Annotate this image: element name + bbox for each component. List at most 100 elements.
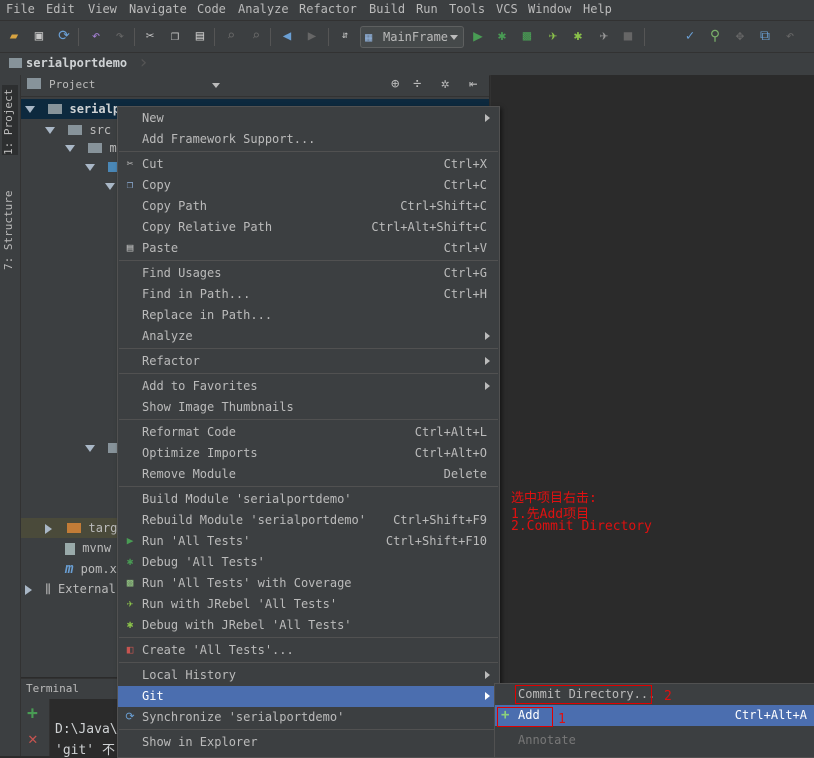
vcs-branch-icon[interactable]: ⚲ — [705, 26, 725, 46]
add-terminal-icon[interactable]: + — [27, 703, 38, 724]
tab-project[interactable]: 1: Project — [2, 85, 18, 155]
tree-node-package[interactable] — [105, 176, 115, 196]
menu-item-shortcut: Delete — [443, 467, 487, 481]
vcs-update-icon[interactable]: ✓ — [680, 26, 700, 46]
paste-icon[interactable]: ▤ — [190, 26, 210, 46]
cut-icon[interactable]: ✂ — [140, 26, 160, 46]
breadcrumb-item[interactable]: serialportdemo — [26, 56, 127, 70]
tree-node-root[interactable]: serialp — [25, 99, 120, 119]
menu-item-refactor[interactable]: Refactor — [118, 351, 499, 372]
vcs-compare-icon[interactable]: ✥ — [730, 26, 750, 46]
chevron-down-icon[interactable] — [212, 83, 220, 88]
menu-help[interactable]: Help — [583, 2, 612, 16]
expand-icon[interactable] — [85, 445, 95, 452]
menu-navigate[interactable]: Navigate — [129, 2, 187, 16]
menu-window[interactable]: Window — [528, 2, 571, 16]
find-icon[interactable]: ⌕ — [221, 26, 241, 46]
hide-panel-icon[interactable]: ⇤ — [469, 76, 477, 92]
menu-separator — [119, 151, 498, 152]
menu-item-copy-relative-path[interactable]: Copy Relative Path Ctrl+Alt+Shift+C — [118, 217, 499, 238]
menu-item-run-all-tests[interactable]: ▶ Run 'All Tests' Ctrl+Shift+F10 — [118, 531, 499, 552]
editor-area[interactable] — [490, 75, 814, 681]
menu-item-local-history[interactable]: Local History — [118, 665, 499, 686]
menu-item-synchronize-serialportdemo[interactable]: ⟳ Synchronize 'serialportdemo' — [118, 707, 499, 728]
menu-item-show-in-explorer[interactable]: Show in Explorer — [118, 732, 499, 753]
collapse-icon[interactable] — [45, 523, 52, 534]
collapse-icon[interactable]: ÷ — [413, 76, 421, 92]
vcs-history-icon[interactable]: ⧉ — [755, 26, 775, 46]
menu-item-add-framework-support[interactable]: Add Framework Support... — [118, 129, 499, 150]
menu-item-find-in-path[interactable]: Find in Path... Ctrl+H — [118, 284, 499, 305]
jrebel-debug-icon[interactable]: ✱ — [568, 26, 588, 46]
menu-item-show-image-thumbnails[interactable]: Show Image Thumbnails — [118, 397, 499, 418]
debug-icon[interactable]: ✱ — [492, 26, 512, 46]
tree-node-src[interactable]: src — [45, 120, 111, 140]
expand-icon[interactable] — [105, 183, 115, 190]
project-view-label[interactable]: Project — [49, 78, 95, 91]
menu-item-create-all-tests[interactable]: ◧ Create 'All Tests'... — [118, 640, 499, 661]
build-icon[interactable]: ⇵ — [335, 26, 355, 46]
expand-icon[interactable] — [85, 164, 95, 171]
sync-icon[interactable]: ⟳ — [54, 26, 74, 46]
gear-icon[interactable]: ✲ — [441, 76, 449, 92]
menu-item-run-with-jrebel-all-tests[interactable]: ✈ Run with JRebel 'All Tests' — [118, 594, 499, 615]
menu-item-optimize-imports[interactable]: Optimize Imports Ctrl+Alt+O — [118, 443, 499, 464]
tree-node-main[interactable]: ma — [65, 138, 124, 158]
tree-node-mvnw[interactable]: mvnw — [65, 538, 111, 558]
menu-run[interactable]: Run — [416, 2, 438, 16]
revert-icon[interactable]: ↶ — [780, 26, 800, 46]
save-icon[interactable]: ▣ — [29, 26, 49, 46]
menu-item-replace-in-path[interactable]: Replace in Path... — [118, 305, 499, 326]
open-folder-icon[interactable]: ▰ — [4, 26, 24, 46]
menu-item-run-all-tests-with-coverage[interactable]: ▩ Run 'All Tests' with Coverage — [118, 573, 499, 594]
menu-edit[interactable]: Edit — [46, 2, 75, 16]
menu-item-reformat-code[interactable]: Reformat Code Ctrl+Alt+L — [118, 422, 499, 443]
tab-structure[interactable]: 7: Structure — [2, 180, 15, 270]
undo-icon[interactable]: ↶ — [86, 26, 106, 46]
expand-icon[interactable] — [65, 145, 75, 152]
menu-analyze[interactable]: Analyze — [238, 2, 289, 16]
menu-vcs[interactable]: VCS — [496, 2, 518, 16]
locate-icon[interactable]: ⊕ — [391, 76, 399, 92]
expand-icon[interactable] — [45, 127, 55, 134]
menu-view[interactable]: View — [88, 2, 117, 16]
menu-build[interactable]: Build — [369, 2, 405, 16]
menu-item-add-to-favorites[interactable]: Add to Favorites — [118, 376, 499, 397]
menu-item-find-usages[interactable]: Find Usages Ctrl+G — [118, 263, 499, 284]
menu-code[interactable]: Code — [197, 2, 226, 16]
menu-item-analyze[interactable]: Analyze — [118, 326, 499, 347]
copy-icon[interactable]: ❐ — [165, 26, 185, 46]
tree-node-target[interactable]: targe — [45, 518, 125, 538]
menu-item-build-module-serialportdemo[interactable]: Build Module 'serialportdemo' — [118, 489, 499, 510]
forward-icon[interactable]: ▶ — [302, 26, 322, 46]
run-icon[interactable]: ▶ — [468, 26, 488, 46]
coverage-icon[interactable]: ▩ — [517, 26, 537, 46]
coverage-icon: ▩ — [126, 576, 134, 589]
menu-tools[interactable]: Tools — [449, 2, 485, 16]
menu-item-debug-all-tests[interactable]: ✱ Debug 'All Tests' — [118, 552, 499, 573]
menu-item-remove-module[interactable]: Remove Module Delete — [118, 464, 499, 485]
menu-file[interactable]: File — [6, 2, 35, 16]
jrebel-run-icon[interactable]: ✈ — [543, 26, 563, 46]
stop-icon[interactable]: ■ — [618, 26, 638, 46]
menu-item-rebuild-module-serialportdemo[interactable]: Rebuild Module 'serialportdemo' Ctrl+Shif… — [118, 510, 499, 531]
redo-icon[interactable]: ↷ — [110, 26, 130, 46]
menu-item-annotate[interactable]: Annotate — [495, 730, 814, 751]
menu-item-debug-with-jrebel-all-tests[interactable]: ✱ Debug with JRebel 'All Tests' — [118, 615, 499, 636]
menu-refactor[interactable]: Refactor — [299, 2, 357, 16]
menu-item-paste[interactable]: ▤ Paste Ctrl+V — [118, 238, 499, 259]
back-icon[interactable]: ◀ — [277, 26, 297, 46]
run-config-select[interactable]: ▦ MainFrame — [360, 26, 464, 48]
tree-node-external-libraries[interactable]: ⫼ External — [25, 579, 116, 599]
tree-node-pom[interactable]: m pom.x — [65, 559, 117, 579]
menu-item-git[interactable]: Git — [118, 686, 499, 707]
menu-item-cut[interactable]: ✂ Cut Ctrl+X — [118, 154, 499, 175]
menu-item-new[interactable]: New — [118, 108, 499, 129]
replace-icon[interactable]: ⌕ — [246, 26, 266, 46]
close-terminal-icon[interactable]: ✕ — [28, 729, 38, 748]
menu-item-copy[interactable]: ❐ Copy Ctrl+C — [118, 175, 499, 196]
collapse-icon[interactable] — [25, 584, 32, 595]
menu-item-copy-path[interactable]: Copy Path Ctrl+Shift+C — [118, 196, 499, 217]
expand-icon[interactable] — [25, 106, 35, 113]
jrebel-icon[interactable]: ✈ — [594, 26, 614, 46]
